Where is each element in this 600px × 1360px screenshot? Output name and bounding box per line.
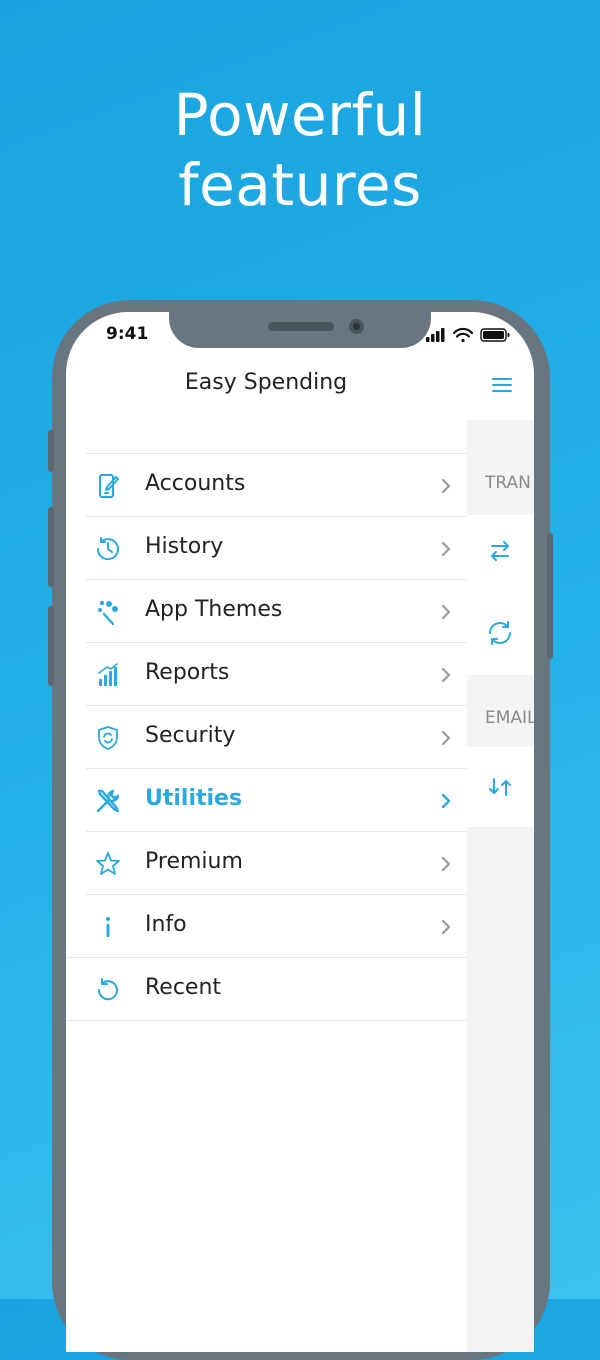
sort-arrows-icon[interactable]: [486, 773, 514, 801]
shield-icon: [98, 726, 118, 750]
reports-chart-icon: [98, 663, 118, 686]
menu-item-recent[interactable]: Recent: [66, 957, 467, 1021]
menu-item-security[interactable]: Security: [86, 705, 467, 768]
transfer-icon[interactable]: [486, 537, 514, 565]
menu-item-info[interactable]: Info: [86, 894, 467, 957]
menu-item-label: Recent: [145, 975, 222, 1000]
menu-item-app-themes[interactable]: App Themes: [86, 579, 467, 642]
phone-speaker: [268, 322, 334, 331]
phone-volume-up: [48, 507, 54, 587]
section-header-transactions: TRAN: [485, 473, 531, 493]
phone-volume-down: [48, 606, 54, 686]
chevron-right-icon: [441, 793, 451, 809]
headline: Powerful features: [0, 80, 600, 220]
menu-item-label: Utilities: [145, 786, 243, 811]
recent-icon: [97, 978, 118, 1001]
menu-item-history[interactable]: History: [86, 516, 467, 579]
status-time: 9:41: [106, 324, 149, 344]
menu-item-label: Security: [145, 723, 236, 748]
wifi-icon: [452, 327, 474, 343]
menu-item-utilities[interactable]: Utilities: [86, 768, 467, 831]
menu-item-label: Info: [145, 912, 187, 937]
chevron-right-icon: [441, 667, 451, 683]
menu-item-label: App Themes: [145, 597, 283, 622]
battery-icon: [480, 328, 510, 342]
cellular-signal-icon: [426, 328, 445, 342]
section-header-email: EMAIL: [485, 708, 534, 728]
info-icon: [106, 917, 110, 937]
history-clock-icon: [96, 537, 119, 561]
menu-item-label: History: [145, 534, 224, 559]
star-icon: [96, 852, 120, 875]
chevron-right-icon: [441, 730, 451, 746]
phone-power-button: [547, 533, 553, 659]
phone-mute-switch: [48, 430, 54, 472]
tools-icon: [96, 789, 120, 813]
menu-item-reports[interactable]: Reports: [86, 642, 467, 705]
app-title: Easy Spending: [184, 370, 348, 395]
status-icons: [426, 327, 510, 343]
chevron-right-icon: [441, 919, 451, 935]
sync-icon[interactable]: [486, 619, 514, 647]
accounts-icon: [99, 474, 119, 498]
headline-line-1: Powerful: [173, 81, 427, 149]
hamburger-menu-icon[interactable]: [492, 378, 512, 392]
menu-item-label: Accounts: [145, 471, 246, 496]
menu-item-label: Premium: [145, 849, 243, 874]
menu-item-label: Reports: [145, 660, 230, 685]
phone-camera: [349, 319, 364, 334]
side-menu: Accounts History App Themes Reports Secu…: [66, 453, 467, 1021]
chevron-right-icon: [441, 604, 451, 620]
chevron-right-icon: [441, 478, 451, 494]
chevron-right-icon: [441, 856, 451, 872]
menu-item-premium[interactable]: Premium: [86, 831, 467, 894]
menu-item-accounts[interactable]: Accounts: [86, 453, 467, 516]
headline-line-2: features: [178, 151, 422, 219]
themes-icon: [98, 600, 118, 626]
chevron-right-icon: [441, 541, 451, 557]
